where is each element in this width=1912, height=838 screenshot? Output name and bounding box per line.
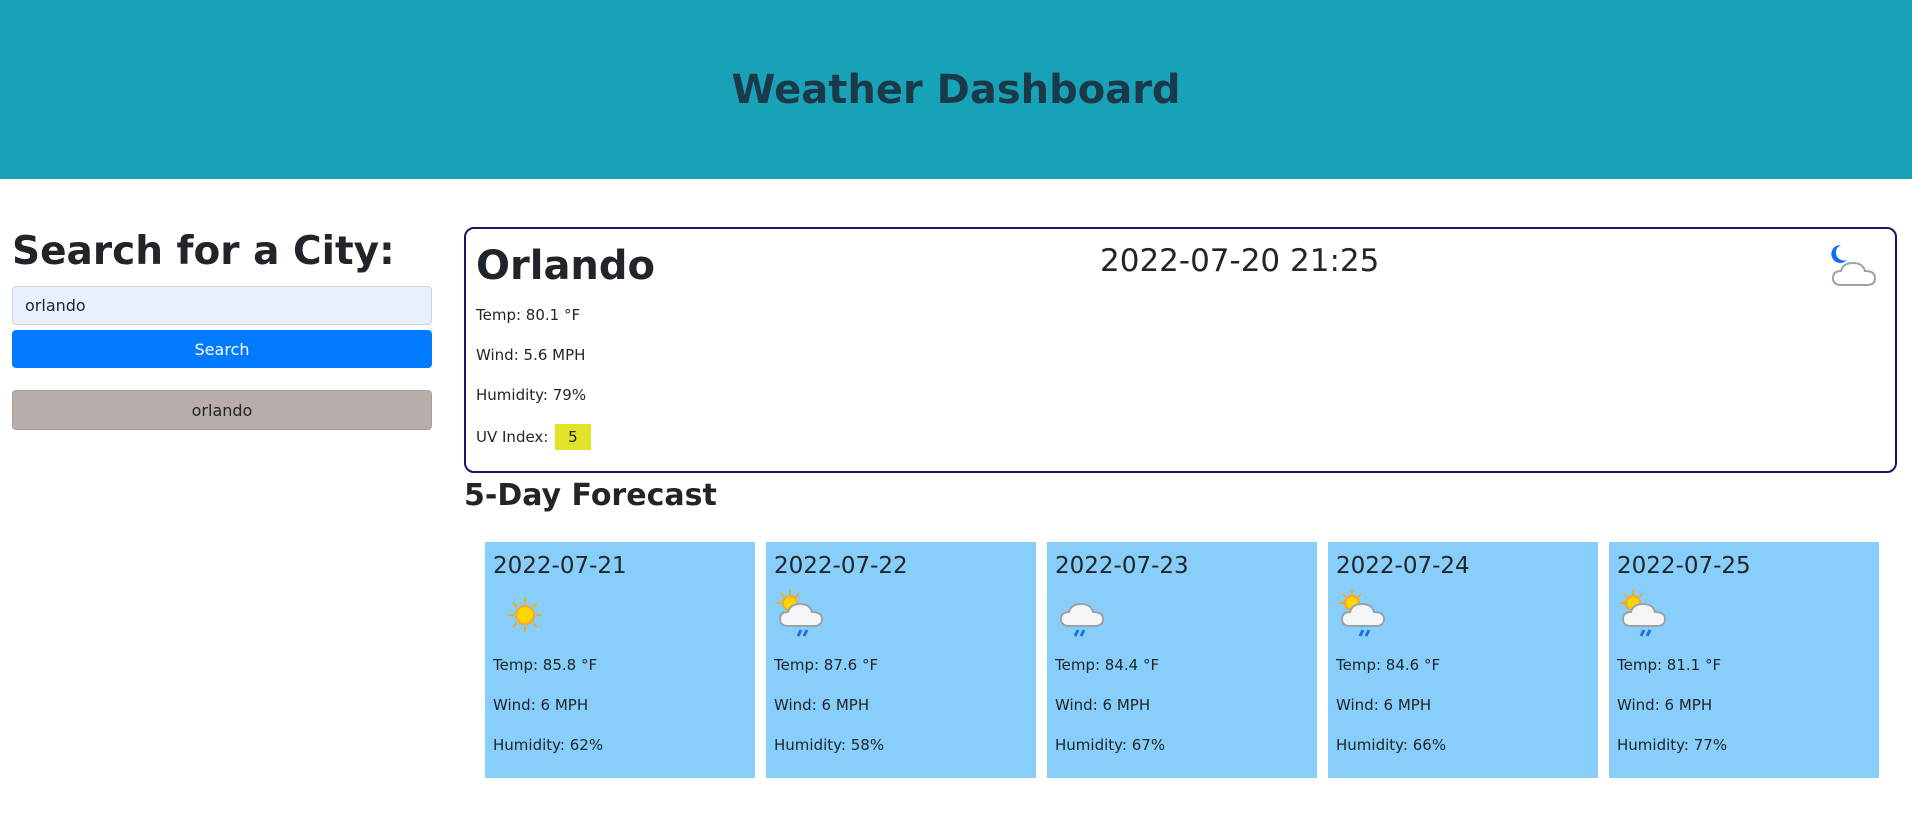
sun-cloud-rain-icon bbox=[777, 590, 824, 637]
current-weather-card: Orlando 2022-07-20 21:25 Temp: 80.1 °F W… bbox=[464, 227, 1897, 473]
forecast-humidity: Humidity: 62% bbox=[493, 736, 604, 754]
uv-index-badge: 5 bbox=[555, 424, 591, 450]
current-datetime: 2022-07-20 21:25 bbox=[1100, 243, 1380, 279]
sun-cloud-rain-icon bbox=[1620, 590, 1667, 637]
forecast-card: 2022-07-23 Temp: 84.4 °F Wind: 6 MPH Hum… bbox=[1047, 542, 1317, 778]
moon-cloud-icon bbox=[1831, 244, 1877, 286]
search-button[interactable]: Search bbox=[12, 330, 432, 368]
forecast-wind: Wind: 6 MPH bbox=[1336, 696, 1432, 714]
uv-label: UV Index: bbox=[476, 428, 549, 446]
forecast-humidity: Humidity: 67% bbox=[1055, 736, 1166, 754]
app-header: Weather Dashboard bbox=[0, 0, 1912, 179]
forecast-humidity: Humidity: 66% bbox=[1336, 736, 1447, 754]
search-panel: Search for a City: Search orlando bbox=[12, 228, 432, 430]
current-city-name: Orlando bbox=[476, 243, 656, 289]
current-temp: Temp: 80.1 °F bbox=[476, 306, 581, 324]
sun-cloud-rain-icon bbox=[1339, 590, 1386, 637]
current-wind: Wind: 5.6 MPH bbox=[476, 346, 586, 364]
forecast-card: 2022-07-21 Temp: 85.8 °F Wind: 6 MPH Hum… bbox=[485, 542, 755, 778]
forecast-date: 2022-07-22 bbox=[774, 553, 908, 579]
forecast-wind: Wind: 6 MPH bbox=[1617, 696, 1713, 714]
search-heading: Search for a City: bbox=[12, 229, 395, 274]
forecast-temp: Temp: 84.6 °F bbox=[1336, 656, 1441, 674]
forecast-wind: Wind: 6 MPH bbox=[774, 696, 870, 714]
forecast-humidity: Humidity: 77% bbox=[1617, 736, 1728, 754]
forecast-date: 2022-07-24 bbox=[1336, 553, 1470, 579]
city-search-input[interactable] bbox=[12, 286, 432, 325]
forecast-temp: Temp: 87.6 °F bbox=[774, 656, 879, 674]
forecast-temp: Temp: 81.1 °F bbox=[1617, 656, 1722, 674]
forecast-card: 2022-07-24 Temp: 84.6 °F Wind: 6 MPH Hum… bbox=[1328, 542, 1598, 778]
current-humidity: Humidity: 79% bbox=[476, 386, 587, 404]
forecast-wind: Wind: 6 MPH bbox=[493, 696, 589, 714]
history-item-orlando[interactable]: orlando bbox=[12, 390, 432, 430]
forecast-title: 5-Day Forecast bbox=[464, 478, 717, 513]
forecast-date: 2022-07-25 bbox=[1617, 553, 1751, 579]
forecast-temp: Temp: 85.8 °F bbox=[493, 656, 598, 674]
forecast-temp: Temp: 84.4 °F bbox=[1055, 656, 1160, 674]
forecast-card: 2022-07-22 Temp: 87.6 °F Wind: 6 MPH Hum… bbox=[766, 542, 1036, 778]
forecast-card: 2022-07-25 Temp: 81.1 °F Wind: 6 MPH Hum… bbox=[1609, 542, 1879, 778]
forecast-wind: Wind: 6 MPH bbox=[1055, 696, 1151, 714]
forecast-date: 2022-07-21 bbox=[493, 553, 627, 579]
forecast-humidity: Humidity: 58% bbox=[774, 736, 885, 754]
cloud-rain-icon bbox=[1059, 602, 1105, 637]
page-title: Weather Dashboard bbox=[731, 66, 1181, 113]
sun-icon bbox=[508, 598, 542, 632]
current-uv: UV Index: 5 bbox=[476, 424, 591, 450]
forecast-date: 2022-07-23 bbox=[1055, 553, 1189, 579]
